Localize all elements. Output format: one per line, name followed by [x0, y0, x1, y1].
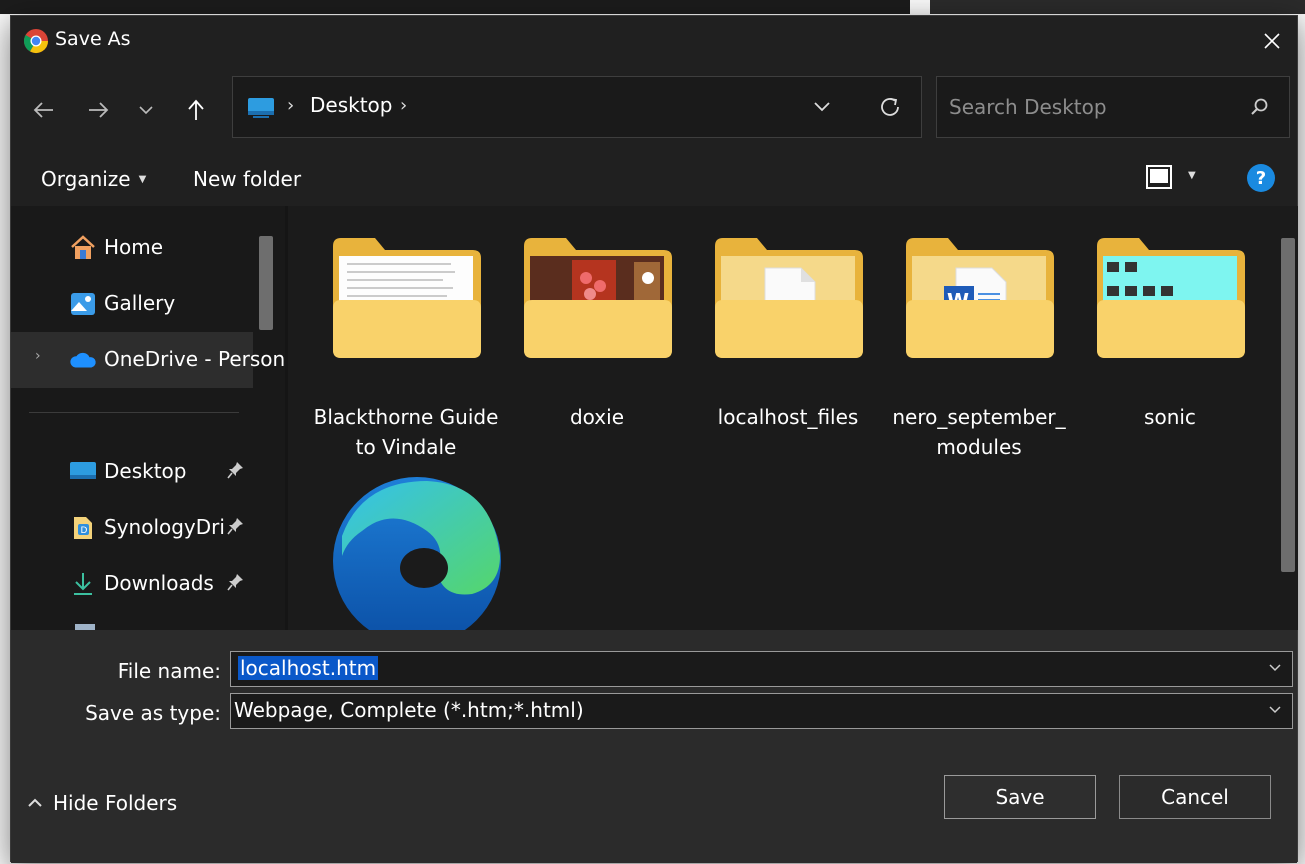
forward-button[interactable]	[78, 90, 118, 130]
file-name-label: File name:	[117, 659, 221, 683]
pin-icon[interactable]	[227, 572, 245, 592]
folder-icon	[333, 238, 481, 358]
cancel-button[interactable]: Cancel	[1119, 775, 1271, 819]
sidebar-item-label: Desktop	[104, 459, 187, 483]
command-bar: Organize ▼ New folder	[11, 150, 1297, 206]
folder-icon: W	[906, 238, 1054, 358]
navigation-bar: › Desktop › Search Desktop	[11, 66, 1297, 150]
arrow-left-icon	[33, 102, 53, 118]
file-name: Blackthorne Guide to Vindale	[313, 405, 499, 459]
sidebar-item-label: OneDrive - Personal	[104, 347, 286, 371]
breadcrumb-separator-icon: ›	[287, 95, 295, 116]
organize-button[interactable]: Organize ▼	[41, 167, 146, 191]
synology-drive-icon: D	[69, 514, 97, 542]
save-button[interactable]: Save	[944, 775, 1096, 819]
desktop-icon	[69, 458, 97, 486]
home-icon	[69, 234, 97, 262]
hide-folders-label: Hide Folders	[53, 791, 178, 815]
search-box[interactable]: Search Desktop	[936, 76, 1290, 138]
svg-text:D: D	[81, 526, 88, 536]
sidebar-item-home[interactable]: Home	[11, 220, 253, 276]
chevron-right-icon[interactable]: ›	[35, 348, 41, 364]
folder-icon	[524, 238, 672, 358]
sidebar-item-synologydrive[interactable]: D SynologyDrive	[11, 500, 253, 556]
chevron-up-icon	[28, 798, 42, 807]
file-name: localhost_files	[717, 405, 859, 429]
sidebar-item-gallery[interactable]: Gallery	[11, 276, 253, 332]
file-list: Blackthorne Guide to Vindale doxie local…	[288, 206, 1298, 630]
chevron-down-icon	[139, 106, 153, 115]
background-window-top	[0, 0, 910, 14]
recent-locations-button[interactable]	[126, 90, 166, 130]
chevron-down-icon[interactable]	[813, 95, 831, 117]
view-mode-icon[interactable]	[1145, 164, 1173, 192]
search-input[interactable]: Search Desktop	[949, 95, 1107, 119]
sidebar-item-label: Downloads	[104, 571, 214, 595]
gallery-icon	[69, 290, 97, 318]
arrow-up-icon	[188, 99, 204, 120]
pin-icon[interactable]	[227, 516, 245, 536]
sidebar-item-downloads[interactable]: Downloads	[11, 556, 253, 612]
dialog-title: Save As	[55, 28, 131, 50]
chrome-icon	[23, 29, 48, 54]
sidebar-item-label: Gallery	[104, 291, 176, 315]
up-button[interactable]	[176, 90, 216, 130]
file-name: sonic	[1144, 405, 1196, 429]
breadcrumb-separator-icon[interactable]: ›	[400, 95, 407, 116]
onedrive-icon	[69, 346, 97, 374]
desktop-pc-icon	[248, 98, 274, 118]
sidebar-scrollbar[interactable]	[259, 236, 273, 330]
close-icon	[1264, 33, 1280, 49]
title-bar: Save As	[11, 16, 1297, 66]
arrow-right-icon	[89, 102, 109, 118]
file-list-scrollbar[interactable]	[1281, 238, 1295, 572]
file-name-field[interactable]: localhost.htm	[230, 651, 1293, 687]
refresh-icon[interactable]	[878, 95, 902, 119]
save-type-label: Save as type:	[85, 701, 221, 725]
folder-icon	[1097, 238, 1245, 358]
search-icon	[1251, 98, 1268, 115]
file-name: nero_september_ modules	[892, 405, 1066, 459]
breadcrumb-desktop[interactable]: Desktop	[310, 93, 392, 117]
save-type-value: Webpage, Complete (*.htm;*.html)	[234, 698, 584, 722]
background-window-top-right	[930, 0, 1305, 14]
save-type-select[interactable]: Webpage, Complete (*.htm;*.html)	[230, 693, 1293, 729]
organize-label: Organize	[41, 167, 131, 191]
close-button[interactable]	[1247, 16, 1297, 66]
folder-icon	[715, 238, 863, 358]
file-name-input[interactable]: localhost.htm	[238, 656, 379, 680]
chevron-down-icon[interactable]	[1268, 660, 1282, 676]
new-folder-label: New folder	[193, 167, 302, 191]
sidebar-item-label: SynologyDrive	[104, 515, 224, 539]
sidebar-divider	[29, 412, 239, 413]
pin-icon[interactable]	[227, 460, 245, 480]
edge-icon	[333, 477, 501, 630]
help-icon[interactable]: ?	[1247, 164, 1275, 192]
new-folder-button[interactable]: New folder	[193, 167, 301, 191]
sidebar-item-desktop[interactable]: Desktop	[11, 444, 253, 500]
navigation-pane: Home Gallery › OneDrive - Personal Deskt…	[11, 206, 286, 630]
save-as-dialog: Save As › Desktop › Search Desktop Organ…	[10, 15, 1298, 863]
sidebar-item-onedrive[interactable]: › OneDrive - Personal	[11, 332, 286, 388]
downloads-icon	[69, 570, 97, 598]
hide-folders-button[interactable]: Hide Folders	[27, 791, 177, 815]
back-button[interactable]	[24, 90, 64, 130]
caret-down-icon: ▼	[138, 173, 147, 185]
sidebar-item-label: Home	[104, 235, 164, 259]
chevron-down-icon[interactable]	[1268, 702, 1282, 718]
file-name: doxie	[569, 405, 624, 429]
view-options-caret-icon[interactable]: ▼	[1188, 170, 1196, 181]
address-bar[interactable]: › Desktop ›	[232, 76, 922, 138]
